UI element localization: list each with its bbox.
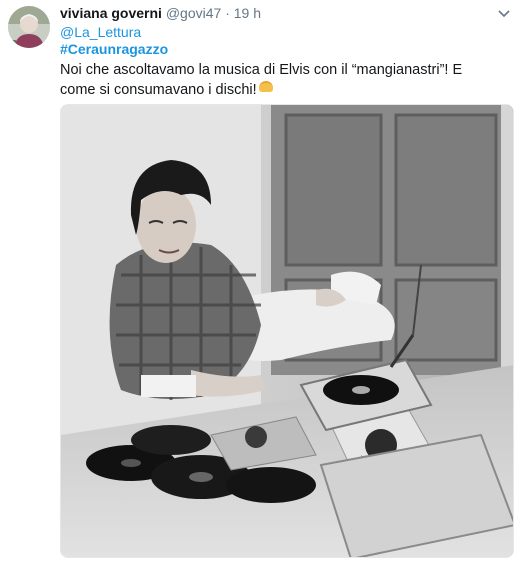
profile-photo: [8, 6, 50, 48]
tweet-body: Noi che ascoltavamo la musica di Elvis c…: [60, 62, 463, 98]
display-name[interactable]: viviana governi: [60, 5, 162, 21]
chevron-down-icon[interactable]: [497, 6, 511, 18]
grinning-face-emoji-icon: [258, 81, 273, 92]
reply-to-mention[interactable]: @La_Lettura: [60, 23, 141, 41]
tweet-header: viviana governi @govi47 · 19 h: [60, 4, 491, 24]
tweet[interactable]: viviana governi @govi47 · 19 h @La_Lettu…: [0, 0, 521, 566]
avatar[interactable]: [8, 6, 50, 48]
hashtag-link[interactable]: #Ceraunragazzo: [60, 40, 168, 58]
user-handle[interactable]: @govi47: [166, 5, 221, 21]
photo-image: [61, 105, 513, 557]
tweet-text: Noi che ascoltavamo la musica di Elvis c…: [60, 60, 500, 100]
timestamp[interactable]: 19 h: [234, 5, 261, 21]
separator-dot: ·: [225, 5, 230, 21]
tweet-media-photo[interactable]: [60, 104, 514, 558]
